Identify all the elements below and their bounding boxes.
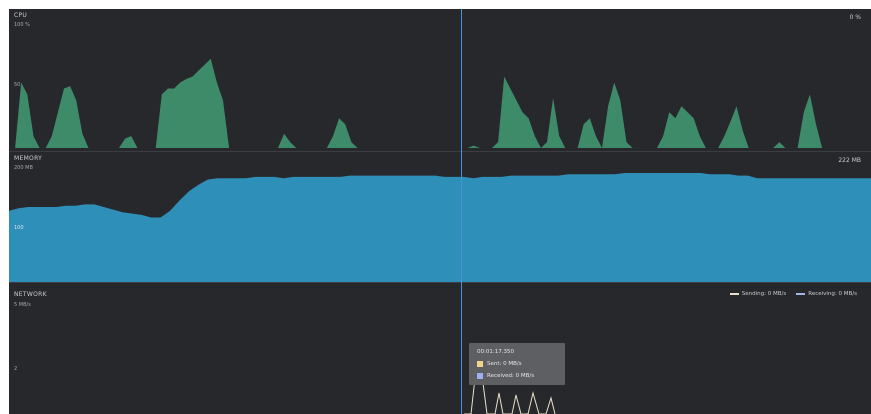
receiving-swatch: [796, 292, 806, 295]
legend-receiving-label: Receiving: 0 MB/s: [808, 291, 857, 297]
received-swatch: [477, 373, 483, 379]
sent-swatch: [477, 361, 483, 367]
cpu-scale-mid: 50: [14, 82, 21, 88]
legend-sending-label: Sending: 0 MB/s: [741, 291, 787, 297]
memory-scale-mid: 100: [14, 225, 24, 231]
network-panel[interactable]: NETWORK 5 MB/s 2 Sending: 0 MB/s Receivi…: [9, 283, 871, 414]
cpu-scale-top: 100 %: [14, 22, 30, 28]
cpu-graph[interactable]: [9, 9, 871, 152]
network-legend: Sending: 0 MB/s Receiving: 0 MB/s: [729, 291, 857, 297]
memory-scale-top: 200 MB: [14, 165, 33, 171]
tooltip-sent-row: Sent: 0 MB/s: [477, 361, 557, 367]
cpu-title: CPU: [14, 12, 28, 19]
memory-graph[interactable]: [9, 152, 871, 283]
memory-area: [9, 173, 871, 283]
profiler-window: CPU 100 % 50 0 % MEMORY 200 MB 100 222 M…: [9, 9, 871, 414]
tooltip-sent: Sent: 0 MB/s: [487, 361, 522, 367]
network-scale-top: 5 MB/s: [14, 302, 31, 308]
tooltip-time: 00:01:17.350: [477, 349, 514, 355]
legend-receiving: Receiving: 0 MB/s: [796, 291, 857, 297]
time-cursor[interactable]: [461, 9, 462, 414]
network-graph[interactable]: [9, 283, 871, 414]
network-scale-mid: 2: [14, 366, 18, 372]
cpu-current-value: 0 %: [849, 14, 861, 21]
memory-panel[interactable]: MEMORY 200 MB 100 222 MB: [9, 152, 871, 283]
memory-title: MEMORY: [14, 155, 43, 162]
legend-sending: Sending: 0 MB/s: [729, 291, 787, 297]
network-title: NETWORK: [14, 291, 47, 298]
cpu-area: [9, 58, 871, 148]
tooltip-received-row: Received: 0 MB/s: [477, 373, 557, 379]
memory-current-value: 222 MB: [838, 157, 861, 164]
network-tooltip: 00:01:17.350 Sent: 0 MB/s Received: 0 MB…: [469, 343, 565, 385]
cpu-panel[interactable]: CPU 100 % 50 0 %: [9, 9, 871, 152]
sending-swatch: [729, 292, 739, 295]
tooltip-received: Received: 0 MB/s: [487, 373, 535, 379]
